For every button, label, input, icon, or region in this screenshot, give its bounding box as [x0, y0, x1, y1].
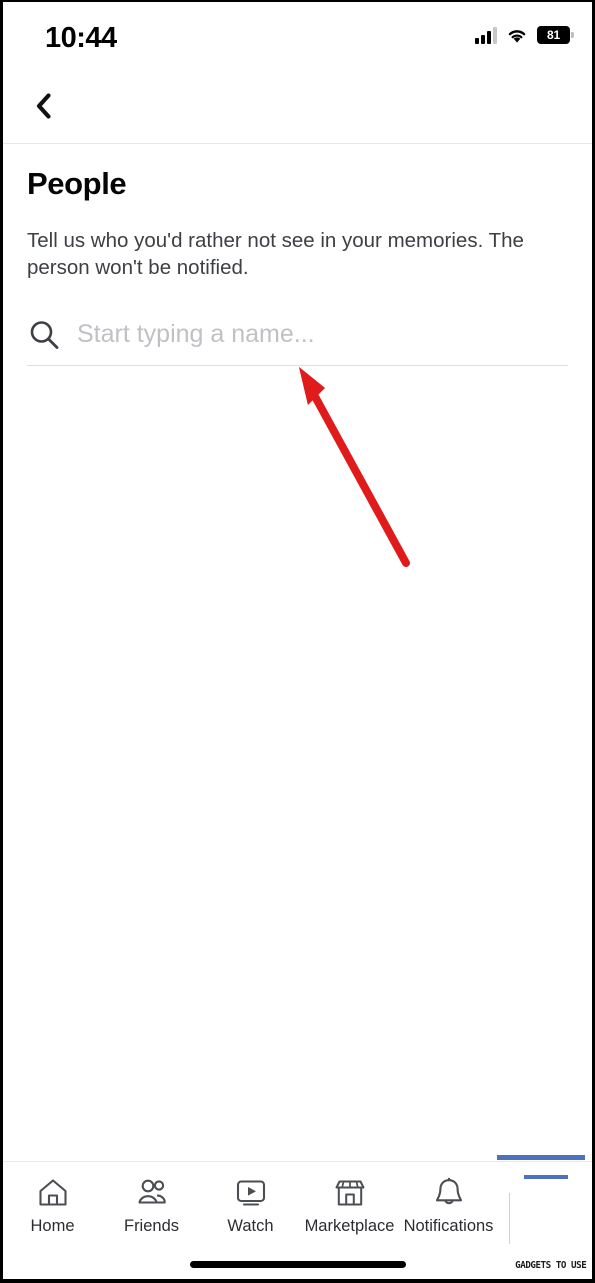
tab-notifications[interactable]: Notifications	[399, 1176, 498, 1236]
tab-friends[interactable]: Friends	[102, 1176, 201, 1236]
home-icon	[38, 1179, 67, 1206]
main-content: People Tell us who you'd rather not see …	[3, 144, 592, 366]
bell-icon	[435, 1177, 462, 1205]
search-input[interactable]	[77, 320, 568, 349]
tab-home-label: Home	[30, 1217, 75, 1235]
marketplace-icon	[335, 1180, 364, 1206]
tab-watch-label: Watch	[227, 1217, 274, 1235]
friends-icon	[137, 1179, 166, 1204]
tab-marketplace[interactable]: Marketplace	[300, 1176, 399, 1236]
tab-home[interactable]: Home	[3, 1176, 102, 1236]
page-title: People	[27, 166, 127, 201]
status-indicators: 81	[475, 26, 574, 44]
search-field-row[interactable]	[27, 308, 568, 366]
tab-friends-label: Friends	[123, 1217, 180, 1235]
home-indicator	[189, 1261, 406, 1268]
watermark-line-long	[497, 1155, 585, 1160]
watch-icon	[236, 1180, 265, 1206]
status-time: 10:44	[45, 22, 117, 54]
tab-marketplace-label: Marketplace	[304, 1217, 395, 1235]
back-button[interactable]	[21, 84, 65, 128]
bottom-tab-bar: Home Friends Watch Marketplace Notificat…	[3, 1161, 592, 1279]
battery-icon: 81	[537, 26, 574, 44]
cellular-signal-icon	[475, 26, 497, 44]
navigation-bar	[3, 74, 592, 144]
tab-notifications-label: Notifications	[403, 1217, 494, 1235]
phone-screen: 10:44 81 People Tell us who you'd rather…	[0, 0, 595, 1283]
status-bar: 10:44 81	[3, 2, 592, 74]
tab-items: Home Friends Watch Marketplace Notificat…	[3, 1176, 498, 1236]
tab-watch[interactable]: Watch	[201, 1176, 300, 1236]
wifi-icon	[506, 27, 528, 44]
page-description: Tell us who you'd rather not see in your…	[27, 229, 524, 280]
search-underline	[27, 364, 568, 366]
battery-percent-label: 81	[547, 28, 560, 42]
search-icon	[30, 320, 59, 349]
chevron-left-icon	[36, 93, 51, 119]
